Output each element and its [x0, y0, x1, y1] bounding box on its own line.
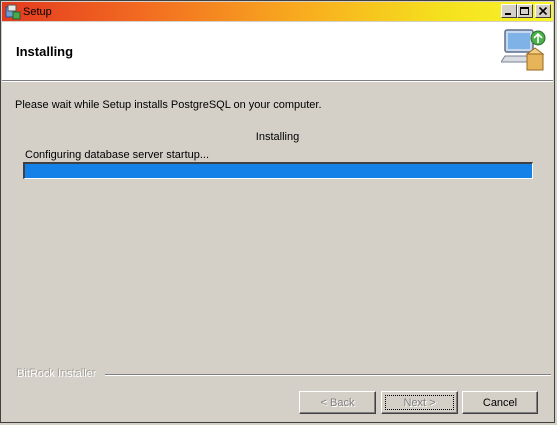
install-message: Please wait while Setup installs Postgre…	[15, 99, 322, 111]
maximize-icon	[520, 6, 529, 15]
cancel-button[interactable]: Cancel	[462, 391, 538, 414]
setup-app-icon	[5, 4, 21, 20]
minimize-button[interactable]	[501, 4, 517, 18]
window-title: Setup	[23, 5, 52, 18]
computer-install-icon	[500, 26, 547, 74]
close-icon	[538, 7, 547, 15]
installer-brand: BitRock Installer	[17, 368, 97, 380]
next-button[interactable]: Next >	[381, 391, 458, 414]
progress-status: Configuring database server startup...	[25, 149, 210, 161]
window-controls	[501, 4, 551, 18]
maximize-button[interactable]	[517, 4, 533, 18]
setup-window: Setup Installing Please wait while Setup…	[0, 0, 555, 423]
back-button[interactable]: < Back	[299, 391, 376, 414]
minimize-icon	[505, 13, 511, 15]
progress-title: Installing	[255, 131, 300, 143]
progress-bar	[23, 162, 533, 179]
close-button[interactable]	[535, 4, 551, 18]
page-title: Installing	[16, 44, 74, 59]
header-panel: Installing	[2, 22, 553, 81]
title-bar[interactable]: Setup	[2, 2, 553, 21]
header-divider	[2, 81, 553, 82]
branding-row: BitRock Installer	[15, 368, 551, 382]
progress-bar-fill	[25, 164, 532, 178]
branding-divider	[105, 374, 551, 376]
